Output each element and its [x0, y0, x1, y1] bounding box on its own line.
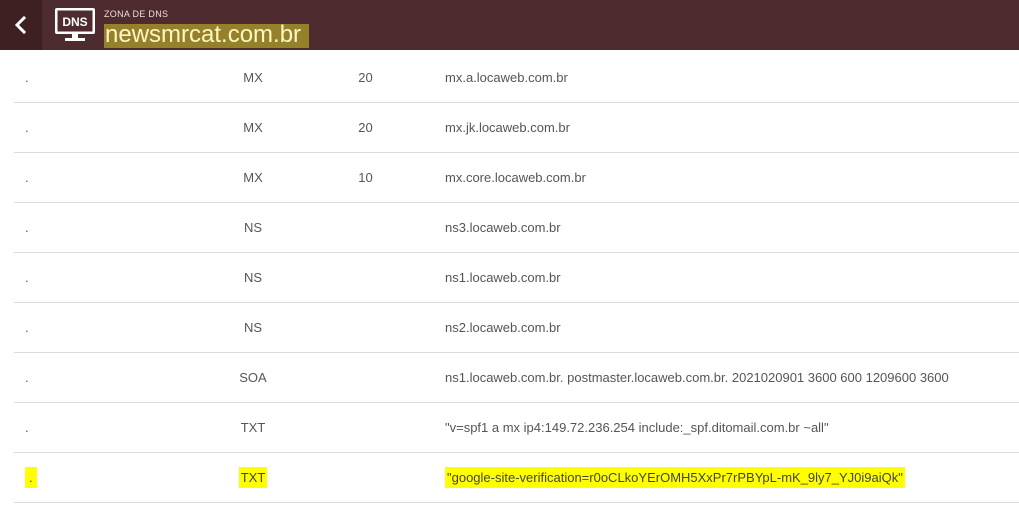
record-type-highlight: TXT [238, 467, 268, 488]
record-name: . [25, 370, 29, 385]
record-priority: 10 [358, 170, 373, 185]
record-type: NS [243, 270, 263, 285]
dns-record-row[interactable]: . SOA ns1.locaweb.com.br. postmaster.locaw… [14, 353, 1019, 403]
record-name-highlight: . [25, 467, 37, 488]
dns-icon-label: DNS [62, 15, 87, 29]
dns-record-row[interactable]: . TXT "google-site-verification=r0oCLkoYEr… [14, 453, 1019, 503]
page-subtitle: ZONA DE DNS [104, 9, 169, 19]
record-priority: 20 [358, 70, 373, 85]
record-name: . [25, 420, 29, 435]
dns-record-row[interactable]: . TXT "v=spf1 a mx ip4:149.72.236.254 incl… [14, 403, 1019, 453]
record-priority [344, 403, 387, 452]
dns-record-row[interactable]: . MX 20 mx.jk.locaweb.com.br [14, 103, 1019, 153]
record-type: MX [243, 70, 263, 85]
record-priority [344, 203, 387, 252]
chevron-left-icon [14, 16, 27, 34]
record-type: TXT [240, 420, 266, 435]
record-type: MX [243, 120, 263, 135]
app-header: DNS ZONA DE DNS newsmrcat.com.br [0, 0, 1019, 50]
record-priority [344, 303, 387, 352]
dns-record-row[interactable]: . NS ns2.locaweb.com.br [14, 303, 1019, 353]
dns-record-row[interactable]: . NS ns1.locaweb.com.br [14, 253, 1019, 303]
dns-record-row[interactable]: . MX 10 mx.core.locaweb.com.br [14, 153, 1019, 203]
domain-title: newsmrcat.com.br [104, 22, 310, 48]
dns-records-table: . MX 20 mx.a.locaweb.com.br. MX 20 mx.jk.locaw… [14, 53, 1019, 503]
record-type: MX [243, 170, 263, 185]
record-name: . [25, 453, 37, 502]
record-type: TXT [214, 453, 292, 502]
record-data: "v=spf1 a mx ip4:149.72.236.254 include:… [445, 420, 829, 435]
record-type: SOA [239, 370, 267, 385]
record-name: . [25, 170, 29, 185]
record-data: ns2.locaweb.com.br [445, 320, 561, 335]
record-priority [344, 253, 387, 302]
record-data: mx.core.locaweb.com.br [445, 170, 586, 185]
record-data: ns1.locaweb.com.br. postmaster.locaweb.c… [445, 370, 949, 385]
record-name: . [25, 120, 29, 135]
record-priority [344, 453, 387, 502]
record-name: . [25, 320, 29, 335]
record-priority [344, 353, 387, 402]
record-type: NS [243, 320, 263, 335]
dns-record-row[interactable]: . NS ns3.locaweb.com.br [14, 203, 1019, 253]
dns-record-row[interactable]: . MX 20 mx.a.locaweb.com.br [14, 53, 1019, 103]
record-data: "google-site-verification=r0oCLkoYErOMH5… [445, 453, 905, 502]
record-name: . [25, 70, 29, 85]
record-priority: 20 [358, 120, 373, 135]
record-data: ns3.locaweb.com.br [445, 220, 561, 235]
record-data: ns1.locaweb.com.br [445, 270, 561, 285]
back-button[interactable] [0, 0, 42, 50]
record-data: mx.a.locaweb.com.br [445, 70, 568, 85]
record-data-highlight: "google-site-verification=r0oCLkoYErOMH5… [445, 467, 905, 488]
record-name: . [25, 270, 29, 285]
record-type: NS [243, 220, 263, 235]
dns-monitor-icon: DNS [55, 8, 95, 41]
record-data: mx.jk.locaweb.com.br [445, 120, 570, 135]
record-name: . [25, 220, 29, 235]
